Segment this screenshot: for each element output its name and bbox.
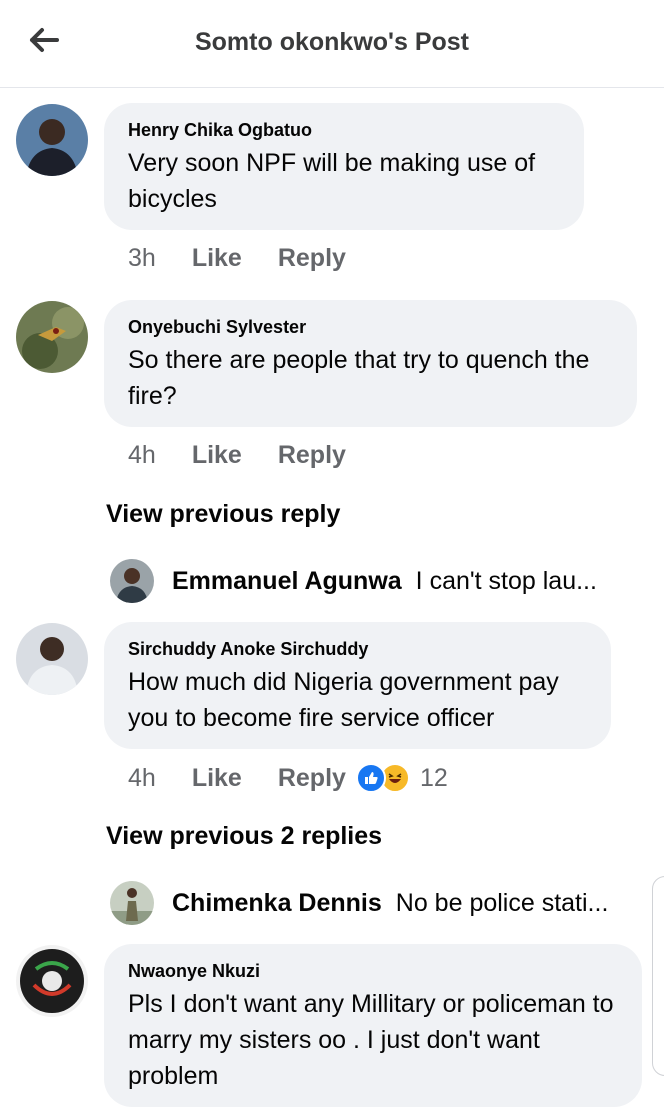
comment-author[interactable]: Sirchuddy Anoke Sirchuddy	[128, 638, 587, 660]
page-title: Somto okonkwo's Post	[194, 28, 470, 56]
reply-author: Emmanuel Agunwa	[172, 566, 402, 595]
avatar[interactable]	[16, 104, 88, 176]
reply-preview[interactable]: Emmanuel Agunwa I can't stop lau...	[110, 557, 597, 605]
comment-bubble[interactable]: Sirchuddy Anoke Sirchuddy How much did N…	[104, 622, 611, 749]
reply-preview[interactable]: Chimenka Dennis No be police stati...	[110, 879, 608, 927]
avatar	[110, 881, 154, 925]
reply-button[interactable]: Reply	[278, 244, 346, 273]
top-bar: Somto okonkwo's Post	[0, 0, 664, 88]
like-button[interactable]: Like	[192, 764, 242, 793]
comment-time[interactable]: 3h	[128, 244, 156, 273]
comment-actions: 4h Like Reply	[128, 441, 382, 470]
view-previous-replies[interactable]: View previous reply	[106, 500, 340, 529]
comment-author[interactable]: Henry Chika Ogbatuo	[128, 119, 560, 141]
reply-button[interactable]: Reply	[278, 764, 346, 793]
comment-author[interactable]: Nwaonye Nkuzi	[128, 960, 618, 982]
like-button[interactable]: Like	[192, 244, 242, 273]
comment-time[interactable]: 4h	[128, 764, 156, 793]
reaction-count: 12	[419, 763, 448, 792]
comment-text: How much did Nigeria government pay you …	[128, 668, 559, 732]
comment-bubble[interactable]: Nwaonye Nkuzi Pls I don't want any Milli…	[104, 944, 642, 1107]
reply-author: Chimenka Dennis	[172, 888, 382, 917]
avatar[interactable]	[16, 623, 88, 695]
comment-bubble[interactable]: Onyebuchi Sylvester So there are people …	[104, 300, 637, 427]
comment-text: So there are people that try to quench t…	[128, 346, 590, 410]
reply-text: I can't stop lau...	[415, 566, 597, 595]
reply-text: No be police stati...	[395, 888, 609, 917]
comment-author[interactable]: Onyebuchi Sylvester	[128, 316, 613, 338]
comment-text: Pls I don't want any Millitary or police…	[128, 990, 614, 1090]
comment-actions: 3h Like Reply	[128, 244, 382, 273]
comment-actions: 4h Like Reply 12	[128, 763, 448, 793]
view-previous-replies[interactable]: View previous 2 replies	[106, 822, 382, 851]
comment-text: Very soon NPF will be making use of bicy…	[128, 149, 536, 213]
reaction-summary[interactable]: 12	[355, 763, 448, 793]
like-reaction-icon	[355, 763, 386, 793]
avatar[interactable]	[16, 301, 88, 373]
avatar	[110, 559, 154, 603]
avatar[interactable]	[16, 945, 88, 1017]
like-button[interactable]: Like	[192, 441, 242, 470]
side-scroll-handle[interactable]	[652, 876, 664, 1076]
comment-time[interactable]: 4h	[128, 441, 156, 470]
reply-button[interactable]: Reply	[278, 441, 346, 470]
comment-bubble[interactable]: Henry Chika Ogbatuo Very soon NPF will b…	[104, 103, 584, 230]
